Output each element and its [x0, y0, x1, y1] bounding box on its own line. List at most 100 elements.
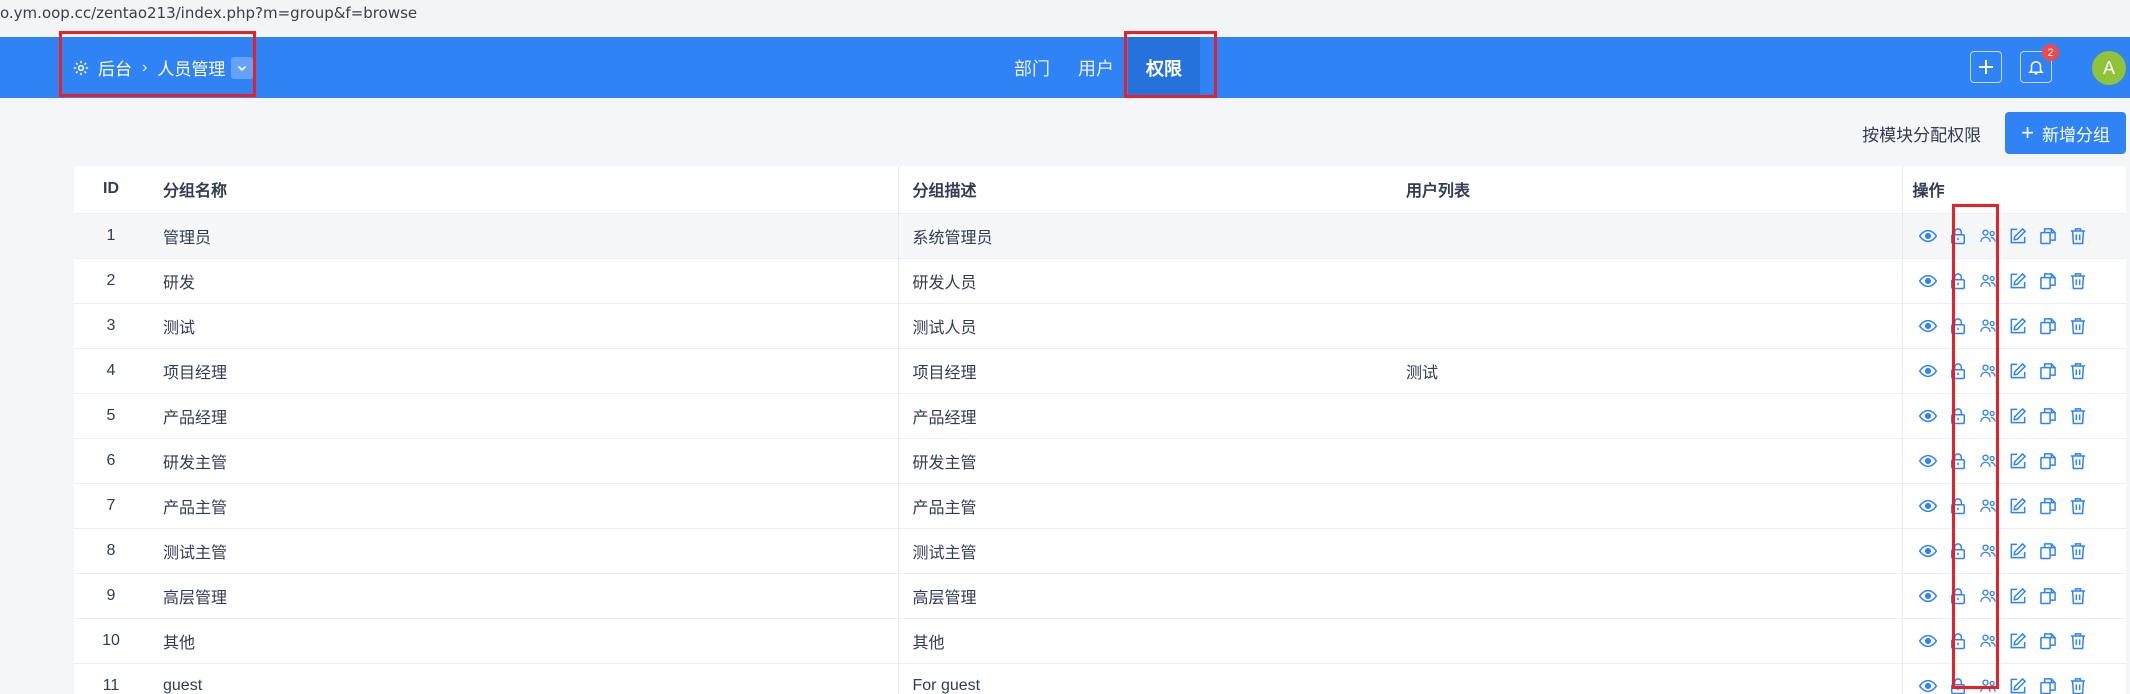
view-icon[interactable] — [1913, 404, 1943, 428]
cell-desc: 测试主管 — [912, 544, 977, 562]
copy-icon[interactable] — [2033, 629, 2063, 653]
edit-icon[interactable] — [2003, 494, 2033, 518]
users-icon[interactable] — [1973, 269, 2003, 293]
view-icon[interactable] — [1913, 539, 1943, 563]
tab-permissions[interactable]: 权限 — [1128, 37, 1200, 98]
lock-icon[interactable] — [1943, 494, 1973, 518]
lock-icon[interactable] — [1943, 449, 1973, 473]
edit-icon[interactable] — [2003, 539, 2033, 563]
table-row[interactable]: 11 guest For guest — [74, 663, 2126, 694]
table-row[interactable]: 10 其他 其他 — [74, 618, 2126, 663]
add-group-button[interactable]: + 新增分组 — [2005, 112, 2126, 154]
tab-users[interactable]: 用户 — [1064, 37, 1128, 98]
edit-icon[interactable] — [2003, 449, 2033, 473]
view-icon[interactable] — [1913, 494, 1943, 518]
view-icon[interactable] — [1913, 584, 1943, 608]
table-row[interactable]: 8 测试主管 测试主管 — [74, 528, 2126, 573]
table-row[interactable]: 7 产品主管 产品主管 — [74, 483, 2126, 528]
breadcrumb-current[interactable]: 人员管理 — [157, 55, 225, 80]
trash-icon[interactable] — [2063, 314, 2093, 338]
view-icon[interactable] — [1913, 314, 1943, 338]
cell-users — [1406, 258, 1903, 303]
users-icon[interactable] — [1973, 494, 2003, 518]
copy-icon[interactable] — [2033, 224, 2063, 248]
lock-icon[interactable] — [1943, 404, 1973, 428]
cell-desc: 项目经理 — [912, 364, 977, 382]
trash-icon[interactable] — [2063, 674, 2093, 694]
lock-icon[interactable] — [1943, 539, 1973, 563]
table-row[interactable]: 5 产品经理 产品经理 — [74, 393, 2126, 438]
copy-icon[interactable] — [2033, 449, 2063, 473]
copy-icon[interactable] — [2033, 404, 2063, 428]
table-row[interactable]: 3 测试 测试人员 — [74, 303, 2126, 348]
edit-icon[interactable] — [2003, 674, 2033, 694]
edit-icon[interactable] — [2003, 404, 2033, 428]
cell-id: 6 — [106, 451, 116, 469]
view-icon[interactable] — [1913, 449, 1943, 473]
copy-icon[interactable] — [2033, 584, 2063, 608]
lock-icon[interactable] — [1943, 674, 1973, 694]
edit-icon[interactable] — [2003, 314, 2033, 338]
col-id[interactable]: ID — [74, 166, 148, 213]
table-row[interactable]: 1 管理员 系统管理员 — [74, 213, 2126, 258]
copy-icon[interactable] — [2033, 674, 2063, 694]
users-icon[interactable] — [1973, 674, 2003, 694]
users-icon[interactable] — [1973, 314, 2003, 338]
copy-icon[interactable] — [2033, 314, 2063, 338]
trash-icon[interactable] — [2063, 629, 2093, 653]
table-row[interactable]: 6 研发主管 研发主管 — [74, 438, 2126, 483]
breadcrumb-root[interactable]: 后台 — [98, 55, 132, 80]
lock-icon[interactable] — [1943, 314, 1973, 338]
trash-icon[interactable] — [2063, 359, 2093, 383]
col-name[interactable]: 分组名称 — [148, 166, 899, 213]
table-row[interactable]: 4 项目经理 项目经理 测试 — [74, 348, 2126, 393]
notification-button[interactable]: 2 — [2020, 44, 2059, 83]
users-icon[interactable] — [1973, 539, 2003, 563]
copy-icon[interactable] — [2033, 539, 2063, 563]
trash-icon[interactable] — [2063, 224, 2093, 248]
view-icon[interactable] — [1913, 269, 1943, 293]
avatar[interactable]: A — [2092, 51, 2126, 85]
dropdown-toggle[interactable] — [231, 56, 254, 79]
trash-icon[interactable] — [2063, 269, 2093, 293]
lock-icon[interactable] — [1943, 224, 1973, 248]
users-icon[interactable] — [1973, 224, 2003, 248]
cell-users — [1406, 528, 1903, 573]
users-icon[interactable] — [1973, 629, 2003, 653]
copy-icon[interactable] — [2033, 494, 2063, 518]
assign-by-module-link[interactable]: 按模块分配权限 — [1862, 121, 1981, 146]
trash-icon[interactable] — [2063, 449, 2093, 473]
users-icon[interactable] — [1973, 449, 2003, 473]
view-icon[interactable] — [1913, 359, 1943, 383]
view-icon[interactable] — [1913, 674, 1943, 694]
lock-icon[interactable] — [1943, 269, 1973, 293]
table-row[interactable]: 2 研发 研发人员 — [74, 258, 2126, 303]
cell-name: 产品主管 — [148, 483, 899, 528]
browser-url-bar[interactable]: o.ym.oop.cc/zentao213/index.php?m=group&… — [0, 0, 2130, 37]
view-icon[interactable] — [1913, 629, 1943, 653]
trash-icon[interactable] — [2063, 539, 2093, 563]
edit-icon[interactable] — [2003, 269, 2033, 293]
cell-id: 11 — [102, 676, 120, 694]
view-icon[interactable] — [1913, 224, 1943, 248]
edit-icon[interactable] — [2003, 224, 2033, 248]
copy-icon[interactable] — [2033, 269, 2063, 293]
users-icon[interactable] — [1973, 404, 2003, 428]
create-button[interactable] — [1970, 51, 2002, 83]
table-row[interactable]: 9 高层管理 高层管理 — [74, 573, 2126, 618]
cell-name: 产品经理 — [148, 393, 899, 438]
trash-icon[interactable] — [2063, 494, 2093, 518]
trash-icon[interactable] — [2063, 584, 2093, 608]
edit-icon[interactable] — [2003, 359, 2033, 383]
edit-icon[interactable] — [2003, 584, 2033, 608]
lock-icon[interactable] — [1943, 629, 1973, 653]
users-icon[interactable] — [1973, 359, 2003, 383]
tab-department[interactable]: 部门 — [1000, 37, 1064, 98]
lock-icon[interactable] — [1943, 584, 1973, 608]
cell-id: 1 — [106, 226, 116, 244]
lock-icon[interactable] — [1943, 359, 1973, 383]
users-icon[interactable] — [1973, 584, 2003, 608]
edit-icon[interactable] — [2003, 629, 2033, 653]
trash-icon[interactable] — [2063, 404, 2093, 428]
copy-icon[interactable] — [2033, 359, 2063, 383]
